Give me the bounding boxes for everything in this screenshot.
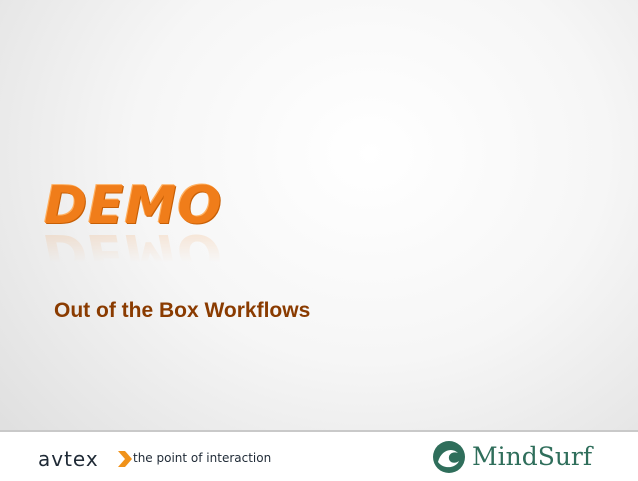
slide: DEMO DEMO Out of the Box Workflows avtex… (0, 0, 638, 481)
avtex-tagline: the point of interaction (133, 451, 272, 465)
avtex-chevron-icon (118, 451, 132, 467)
demo-title: DEMO (44, 176, 223, 236)
mindsurf-wave-icon (433, 441, 465, 473)
demo-title-reflection: DEMO (44, 222, 223, 282)
mindsurf-logo: MindSurf (432, 440, 612, 476)
footer-bar: avtex the point of interaction MindSurf (0, 430, 638, 481)
slide-subtitle: Out of the Box Workflows (54, 299, 311, 322)
avtex-wordmark: avtex (38, 447, 99, 471)
demo-heading: DEMO DEMO (44, 176, 244, 282)
mindsurf-wordmark: MindSurf (472, 442, 593, 471)
